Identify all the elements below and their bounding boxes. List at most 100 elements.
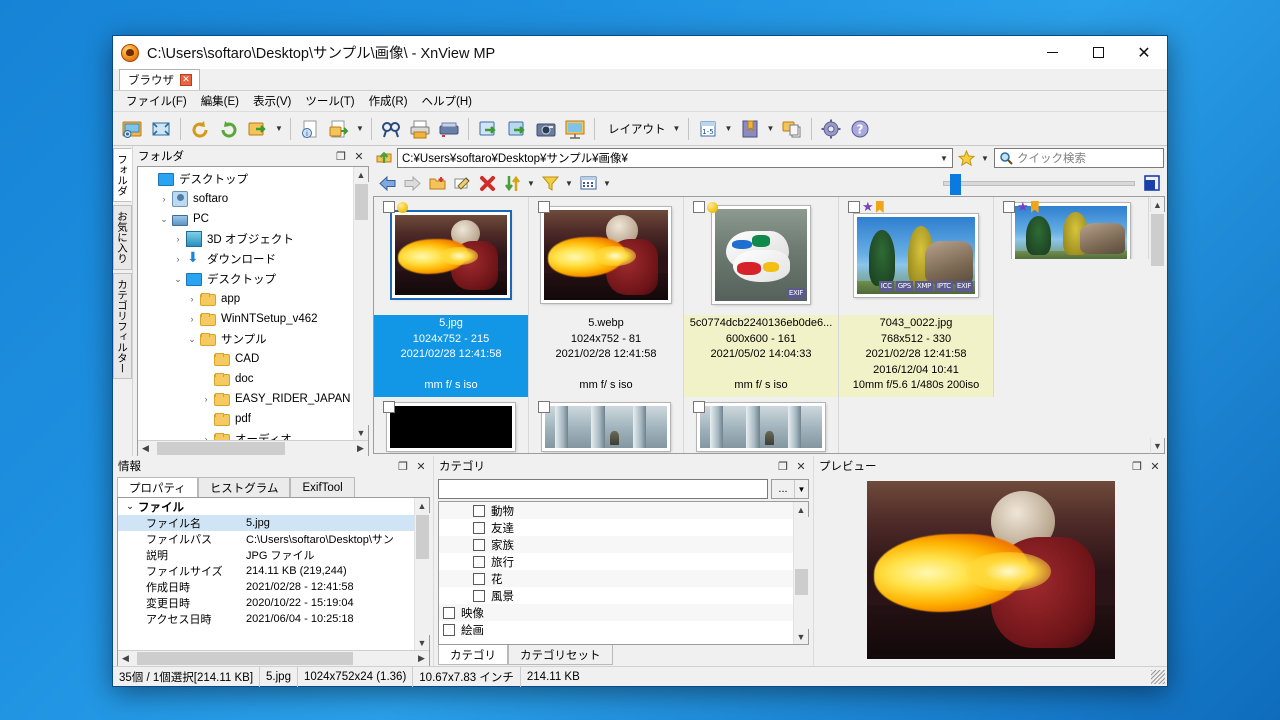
- property-row[interactable]: ファイルパス C:\Users\softaro\Desktop\サン: [118, 531, 414, 547]
- folder-vscroll-thumb[interactable]: [354, 184, 368, 220]
- category-checkbox[interactable]: [473, 572, 485, 585]
- twisty-collapsed-icon[interactable]: ›: [156, 194, 172, 204]
- folder-tree-item[interactable]: › ダウンロード: [138, 249, 353, 269]
- category-list[interactable]: 動物 友達 家族 旅行花風景 映像 絵画: [439, 502, 793, 644]
- thumbnail-item[interactable]: EXIF 5c0774dcb2240136eb0de6... 600x600 - 1…: [684, 197, 839, 397]
- sidebar-item-category-filter[interactable]: カテゴリフィルター: [113, 272, 132, 379]
- folder-tree-item[interactable]: › オーディオ: [138, 429, 353, 440]
- bookmark-flag-icon[interactable]: [1030, 201, 1039, 213]
- prop-scroll-up-icon[interactable]: ▲: [415, 498, 430, 513]
- category-item[interactable]: 旅行: [439, 553, 793, 570]
- properties-list[interactable]: ⌄ ファイル ファイル名 5.jpg ファイルパス C:\Users\softaro\…: [118, 498, 414, 650]
- search-icon[interactable]: [377, 115, 405, 143]
- bookmark-dropdown-caret[interactable]: ▼: [765, 115, 777, 143]
- info-panel-float-icon[interactable]: ❐: [395, 458, 411, 474]
- property-row[interactable]: ファイルサイズ 214.11 KB (219,244): [118, 563, 414, 579]
- tab-category-set[interactable]: カテゴリセット: [508, 645, 613, 665]
- menu-edit[interactable]: 編集(E): [194, 91, 246, 111]
- sort-dropdown-caret[interactable]: ▼: [525, 169, 537, 197]
- category-checkbox[interactable]: [443, 623, 455, 636]
- cat-vscroll-track[interactable]: [793, 517, 809, 629]
- category-item[interactable]: 絵画: [439, 621, 793, 638]
- thumbnail-item[interactable]: [374, 397, 529, 453]
- menu-view[interactable]: 表示(V): [246, 91, 298, 111]
- folder-tree-item[interactable]: ⌄ PC: [138, 209, 353, 229]
- scroll-up-icon[interactable]: ▲: [354, 167, 369, 182]
- menu-help[interactable]: ヘルプ(H): [415, 91, 479, 111]
- category-item[interactable]: 家族: [439, 536, 793, 553]
- folder-tree-item[interactable]: ⌄ サンプル: [138, 329, 353, 349]
- twisty-expanded-icon[interactable]: ⌄: [184, 334, 200, 345]
- back-icon[interactable]: [375, 172, 399, 194]
- category-options-button[interactable]: ... ▼: [771, 479, 809, 499]
- fit-window-icon[interactable]: [1141, 173, 1163, 193]
- export-icon[interactable]: [325, 115, 353, 143]
- rename-icon[interactable]: [450, 172, 474, 194]
- slideshow-icon[interactable]: [561, 115, 589, 143]
- property-row[interactable]: ファイル名 5.jpg: [118, 515, 414, 531]
- category-item[interactable]: 友達: [439, 519, 793, 536]
- thumbnail-item[interactable]: [684, 397, 839, 453]
- thumbnail-checkbox[interactable]: [693, 401, 705, 413]
- folder-tree-item[interactable]: › app: [138, 289, 353, 309]
- folder-tree-item[interactable]: › EASY_RIDER_JAPAN: [138, 389, 353, 409]
- rotate-right-icon[interactable]: [215, 115, 243, 143]
- bookmark-flag-icon[interactable]: [875, 201, 884, 213]
- filmstrip-dropdown-caret[interactable]: ▼: [723, 115, 735, 143]
- thumbnail-image[interactable]: EXIF: [712, 206, 810, 304]
- menu-file[interactable]: ファイル(F): [119, 91, 194, 111]
- folder-tree-item[interactable]: ⌄ デスクトップ: [138, 269, 353, 289]
- export-dropdown-caret[interactable]: ▼: [354, 115, 366, 143]
- category-item[interactable]: 動物: [439, 502, 793, 519]
- category-checkbox[interactable]: [473, 521, 485, 534]
- search-input[interactable]: クイック検索: [994, 148, 1164, 168]
- preview-panel-close-icon[interactable]: ✕: [1147, 458, 1163, 474]
- thumbnail-item[interactable]: ★: [994, 197, 1149, 259]
- view-mode-dropdown-caret[interactable]: ▼: [601, 169, 613, 197]
- thumbnail-item[interactable]: ICC GPS XMP IPTC EXIF ★ 7043_0022.jpg 768x512 -…: [839, 197, 994, 397]
- thumbnail-grid[interactable]: 5.jpg 1024x752 - 215 2021/02/28 12:41:58 mm…: [373, 196, 1150, 454]
- thumbnail-image[interactable]: [542, 403, 670, 451]
- twisty-collapsed-icon[interactable]: ›: [170, 254, 186, 264]
- thumbnail-image[interactable]: [392, 212, 510, 298]
- screenshot-icon[interactable]: [532, 115, 560, 143]
- thumbs-scroll-down-icon[interactable]: ▼: [1150, 438, 1165, 453]
- scroll-right-icon[interactable]: ▶: [353, 440, 368, 456]
- thumbnail-image[interactable]: [387, 403, 515, 451]
- thumbnail-size-slider[interactable]: [943, 173, 1167, 195]
- thumbnail-image[interactable]: [541, 207, 671, 303]
- chevron-down-icon[interactable]: ▼: [794, 480, 808, 498]
- preview-panel-float-icon[interactable]: ❐: [1129, 458, 1145, 474]
- properties-group-file[interactable]: ⌄ ファイル: [118, 498, 414, 515]
- prop-scroll-left-icon[interactable]: ◀: [118, 650, 133, 666]
- category-checkbox[interactable]: [473, 504, 485, 517]
- thumbnail-item[interactable]: [529, 397, 684, 453]
- twisty-expanded-icon[interactable]: ⌄: [156, 214, 172, 225]
- rating-dot-icon[interactable]: [707, 201, 718, 213]
- close-button[interactable]: ✕: [1121, 36, 1167, 69]
- thumbnail-item[interactable]: 5.jpg 1024x752 - 215 2021/02/28 12:41:58 mm…: [374, 197, 529, 397]
- twisty-expanded-icon[interactable]: ⌄: [170, 274, 186, 285]
- forward-icon[interactable]: [400, 172, 424, 194]
- info-icon[interactable]: i: [296, 115, 324, 143]
- thumbs-scroll-up-icon[interactable]: ▲: [1150, 197, 1165, 212]
- folder-hscroll-track[interactable]: [153, 440, 353, 456]
- category-checkbox[interactable]: [473, 555, 485, 568]
- category-search-input[interactable]: [438, 479, 768, 499]
- properties-vscrollbar[interactable]: ▲ ▼: [414, 498, 430, 650]
- thumbnail-vscrollbar[interactable]: ▲ ▼: [1150, 196, 1165, 454]
- fullscreen-icon[interactable]: [147, 115, 175, 143]
- category-checkbox[interactable]: [473, 538, 485, 551]
- category-panel-float-icon[interactable]: ❐: [775, 458, 791, 474]
- prop-vscroll-track[interactable]: [414, 513, 430, 635]
- up-folder-icon[interactable]: [374, 148, 394, 168]
- twisty-collapsed-icon[interactable]: ›: [184, 314, 200, 324]
- category-item[interactable]: 花: [439, 570, 793, 587]
- group-twisty-icon[interactable]: ⌄: [122, 501, 138, 512]
- thumbnail-size-track[interactable]: [943, 173, 1135, 195]
- property-row[interactable]: 変更日時 2020/10/22 - 15:19:04: [118, 595, 414, 611]
- sidebar-item-favorites[interactable]: お気に入り: [113, 205, 132, 270]
- thumbnail-image[interactable]: ICC GPS XMP IPTC EXIF: [854, 213, 978, 297]
- layout-dropdown-caret[interactable]: ▼: [671, 115, 683, 143]
- folder-tree-item[interactable]: › 3D オブジェクト: [138, 229, 353, 249]
